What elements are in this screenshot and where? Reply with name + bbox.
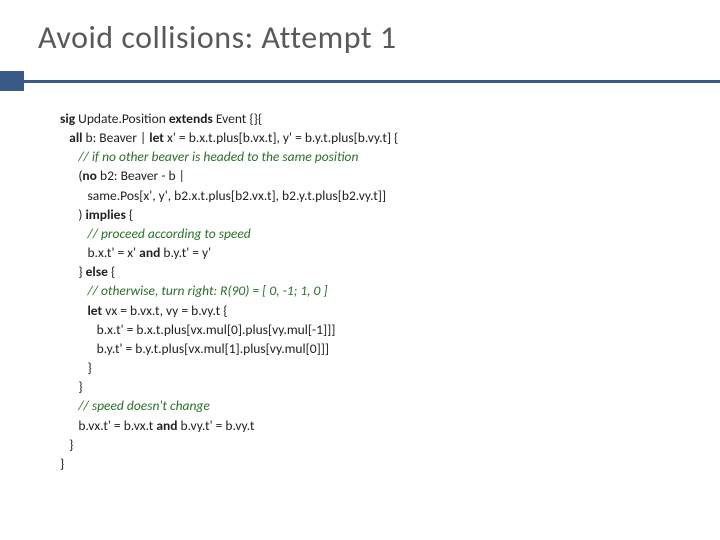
txt: b.vx.t' = b.vx.t bbox=[78, 417, 156, 434]
txt: same.Pos[x', y', b2.x.t.plus[b2.vx.t], b… bbox=[87, 187, 386, 204]
kw-implies: implies bbox=[85, 206, 125, 223]
txt: b.y.t' = y' bbox=[160, 244, 211, 261]
txt: b: Beaver | bbox=[82, 129, 149, 146]
code-block: sig Update.Position extends Event {}{ al… bbox=[0, 91, 720, 473]
comment: // if no other beaver is headed to the s… bbox=[78, 148, 358, 165]
txt: b.vy.t' = b.vy.t bbox=[177, 417, 254, 434]
kw-extends: extends bbox=[169, 110, 213, 127]
txt: } bbox=[87, 359, 91, 376]
kw-let: let bbox=[149, 129, 164, 146]
txt: { bbox=[108, 263, 115, 280]
txt: } bbox=[78, 378, 82, 395]
kw-no: no bbox=[82, 167, 97, 184]
txt: vx = b.vx.t, vy = b.vy.t { bbox=[102, 302, 227, 319]
accent-line bbox=[24, 80, 720, 83]
accent-row bbox=[0, 71, 720, 91]
comment: // speed doesn't change bbox=[78, 397, 210, 414]
txt: Event {}{ bbox=[213, 110, 262, 127]
txt: b.x.t' = b.x.t.plus[vx.mul[0].plus[vy.mu… bbox=[97, 321, 336, 338]
txt: { bbox=[126, 206, 133, 223]
txt: } bbox=[60, 455, 64, 472]
txt: b2: Beaver - b | bbox=[97, 167, 185, 184]
slide: Avoid collisions: Attempt 1 sig Update.P… bbox=[0, 0, 720, 540]
txt: b.x.t' = x' bbox=[87, 244, 139, 261]
txt: x' = b.x.t.plus[b.vx.t], y' = b.y.t.plus… bbox=[164, 129, 398, 146]
kw-sig: sig bbox=[60, 110, 75, 127]
kw-and: and bbox=[156, 417, 177, 434]
kw-all: all bbox=[69, 129, 82, 146]
txt: } bbox=[78, 263, 85, 280]
comment: // otherwise, turn right: R(90) = [ 0, -… bbox=[87, 282, 327, 299]
kw-and: and bbox=[139, 244, 160, 261]
kw-else: else bbox=[86, 263, 108, 280]
slide-title: Avoid collisions: Attempt 1 bbox=[0, 0, 720, 57]
accent-block bbox=[0, 71, 24, 91]
txt: Update.Position bbox=[75, 110, 169, 127]
txt: } bbox=[69, 436, 73, 453]
txt: b.y.t' = b.y.t.plus[vx.mul[1].plus[vy.mu… bbox=[97, 340, 329, 357]
comment: // proceed according to speed bbox=[87, 225, 250, 242]
kw-let: let bbox=[87, 302, 102, 319]
